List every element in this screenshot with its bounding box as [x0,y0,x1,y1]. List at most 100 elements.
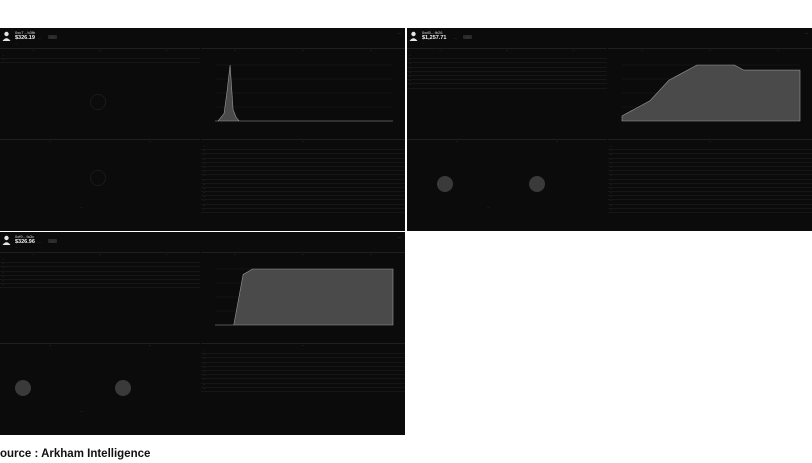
portfolio-tabs: … … … [407,49,607,54]
tab-holdings[interactable]: … [506,49,509,54]
portfolio-rows: ………………… [0,259,200,289]
wallet-panel-1: 0xc7…b3fb $326.19 … … … … … … … …… … … …… [0,28,405,231]
tab-portfolio[interactable]: … [439,49,442,54]
exchange-section: … … … [0,139,200,231]
transfers-title[interactable]: … [302,140,305,145]
wallet-header: 0xf9…fa3c $326.96 … … … … [0,232,405,250]
transfers-title[interactable]: … [302,344,305,349]
exchange-donut [15,380,31,396]
tab-profit[interactable]: … [370,49,373,54]
source-caption: ource : Arkham Intelligence [0,448,151,460]
tab-counterparties[interactable]: … [556,140,559,145]
portfolio-section: … … … …………………… [407,48,607,139]
tab-exchange-usage[interactable]: … [456,140,459,145]
transfers-title[interactable]: … [709,140,712,145]
tab-balance-history[interactable]: … [234,49,237,54]
history-tabs: … … … [608,49,812,54]
transfers-header: … [201,140,405,145]
tab-profit[interactable]: … [777,49,780,54]
balance-area [215,268,394,326]
wallet-balance: $1,257.71 [422,35,447,41]
wallet-header: 0xd5…fb26 $1,257.71 … … … … [407,28,812,46]
transfers-section: … ………………………………………… [608,139,812,231]
tab-holdings[interactable]: … [99,49,102,54]
exchange-donut [437,176,453,192]
wallet-tags: … [422,42,425,45]
tab-counterparties[interactable]: … [149,140,152,145]
exchange-tabs: … … [0,140,200,145]
tab-balance-history[interactable]: … [641,49,644,54]
exchange-section: … … … [0,343,200,435]
portfolio-section: … … … ………………… [0,252,200,343]
wallet-panel-3: 0xf9…fa3c $326.96 … … … … … … … ………………… … [0,232,405,435]
counterparty-donut [115,380,131,396]
wallet-badge[interactable]: … [48,35,57,39]
tab-holdings[interactable]: … [99,253,102,258]
transfer-rows: ………………………………………… [608,146,812,213]
tab-other[interactable]: … [165,49,168,54]
wallet-balance: $326.96 [15,239,35,245]
exchange-tabs: … … [407,140,607,145]
balance-change: … [38,240,41,244]
tab-other[interactable]: … [572,49,575,54]
portfolio-tabs: … … … [0,253,200,258]
history-section: … … … [201,252,405,343]
portfolio-section: … … … …… [0,48,200,139]
tab-counterparties[interactable]: … [149,344,152,349]
tab-token-balances[interactable]: … [302,49,305,54]
counterparties-label: … [80,410,83,413]
portfolio-rows: …………………… [407,55,607,89]
watermark-icon [90,170,106,186]
tab-portfolio[interactable]: … [32,49,35,54]
counterparty-donut [529,176,545,192]
balance-history-chart [621,64,801,122]
user-avatar-icon [2,235,11,245]
tab-exchange-usage[interactable]: … [49,140,52,145]
tab-token-balances[interactable]: … [302,253,305,258]
balance-change: … [454,36,457,40]
tab-portfolio[interactable]: … [32,253,35,258]
table-row[interactable]: … [407,84,607,89]
transfers-header: … [608,140,812,145]
history-tabs: … … … [201,49,405,54]
panel-controls[interactable]: … [398,31,401,35]
transfers-section: … ………………………………………… [201,139,405,231]
panel-controls[interactable]: … [805,31,808,35]
counterparties-label: … [80,206,83,209]
portfolio-tabs: … … … [0,49,200,54]
table-row[interactable]: … [0,59,200,64]
user-avatar-icon [2,31,11,41]
portfolio-rows: …… [0,55,200,64]
tab-balance-history[interactable]: … [234,253,237,258]
wallet-header: 0xc7…b3fb $326.19 … … … … [0,28,405,46]
balance-history-chart [215,268,394,326]
watermark-icon [90,94,106,110]
table-row[interactable]: … [608,209,812,213]
exchange-section: … … … [407,139,607,231]
transfer-rows: ………………………… [201,350,405,392]
balance-history-chart [215,64,393,122]
wallet-tags: … [15,42,18,45]
table-row[interactable]: … [201,209,405,213]
wallet-badge[interactable]: … [48,239,57,243]
history-section: … … … [608,48,812,139]
wallet-tags: … [15,246,18,249]
wallet-panel-2: 0xd5…fb26 $1,257.71 … … … … … … … ………………… [407,28,812,231]
panel-controls[interactable]: … [398,235,401,239]
table-row[interactable]: … [201,388,405,392]
transfer-rows: ………………………………………… [201,146,405,213]
wallet-badge[interactable]: … [463,35,472,39]
tab-other[interactable]: … [165,253,168,258]
tab-exchange-usage[interactable]: … [49,344,52,349]
transfers-header: … [201,344,405,349]
wallet-balance: $326.19 [15,35,35,41]
exchange-tabs: … … [0,344,200,349]
tab-profit[interactable]: … [370,253,373,258]
history-section: … … … [201,48,405,139]
user-avatar-icon [409,31,418,41]
balance-change: … [38,36,41,40]
table-row[interactable]: … [0,284,200,289]
history-tabs: … … … [201,253,405,258]
tab-token-balances[interactable]: … [709,49,712,54]
counterparties-label: … [487,206,490,209]
